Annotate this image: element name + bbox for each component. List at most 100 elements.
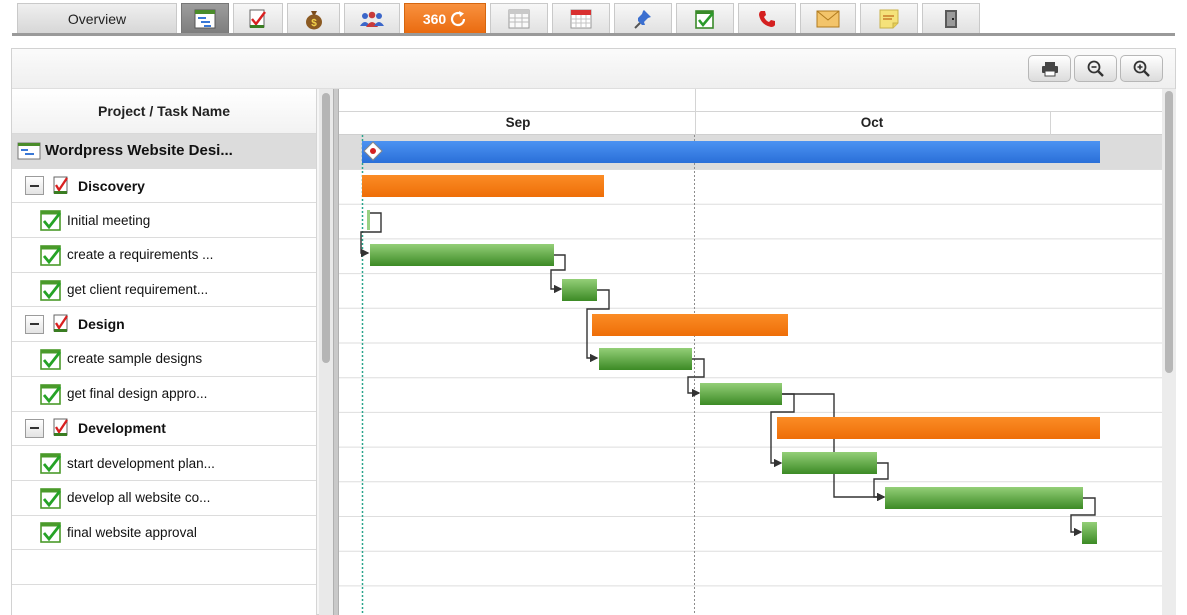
tab-team[interactable] <box>344 3 400 33</box>
project-bar[interactable] <box>362 141 1100 163</box>
task-row[interactable]: Initial meeting <box>12 203 316 239</box>
tab-reports[interactable] <box>490 3 548 33</box>
task-bar-website-content[interactable] <box>885 487 1083 509</box>
group-bar-discovery[interactable] <box>362 175 604 197</box>
tab-bar-divider <box>12 33 1175 36</box>
task-row[interactable]: create sample designs <box>12 342 316 377</box>
task-check-icon <box>40 210 62 232</box>
print-icon <box>1041 61 1058 76</box>
tab-notes[interactable] <box>860 3 918 33</box>
phone-icon <box>759 10 775 27</box>
month-label-sep: Sep <box>506 115 531 130</box>
task-bar-sample-designs[interactable] <box>599 348 692 370</box>
task-check-icon <box>40 349 62 370</box>
group-bar-design[interactable] <box>592 314 788 336</box>
collapse-button[interactable] <box>25 418 44 438</box>
top-tab-bar: Overview $ 360 <box>0 0 1187 40</box>
task-group-row[interactable]: Development <box>12 412 316 447</box>
task-group-row[interactable]: Design <box>12 307 316 343</box>
gantt-panel: Project / Task Name Wordpress Website De… <box>11 48 1176 615</box>
task-check-icon <box>40 453 62 474</box>
tab-budget[interactable]: $ <box>287 3 340 33</box>
tab-gantt[interactable] <box>181 3 229 33</box>
gantt-row-lines <box>339 135 1162 587</box>
task-bar-design-approval[interactable] <box>700 383 782 405</box>
print-button[interactable] <box>1028 55 1071 82</box>
project-icon <box>17 142 41 160</box>
task-label: get final design appro... <box>67 386 208 402</box>
task-row[interactable]: develop all website co... <box>12 481 316 516</box>
calendar-grid-icon <box>508 9 530 28</box>
task-row[interactable]: create a requirements ... <box>12 238 316 273</box>
tab-exit[interactable] <box>922 3 980 33</box>
team-icon <box>360 11 384 27</box>
collapse-button[interactable] <box>25 314 44 334</box>
zoom-in-icon <box>1133 60 1150 77</box>
zoom-in-button[interactable] <box>1120 55 1163 82</box>
zoom-out-button[interactable] <box>1074 55 1117 82</box>
task-group-icon <box>53 176 68 194</box>
mail-icon <box>816 10 840 27</box>
task-label: develop all website co... <box>67 490 211 506</box>
tab-calls[interactable] <box>738 3 796 33</box>
task-label: Initial meeting <box>67 212 151 228</box>
task-bar-final-approval[interactable] <box>1082 522 1097 544</box>
task-check-icon <box>40 279 62 301</box>
task-check-icon <box>40 245 62 266</box>
tab-360-label: 360 <box>422 10 447 27</box>
task-group-icon <box>53 418 68 437</box>
gantt-canvas: Sep Oct <box>339 89 1162 615</box>
task-group-label: Development <box>78 420 166 437</box>
task-label: start development plan... <box>67 455 215 471</box>
task-group-icon <box>53 314 68 333</box>
task-grid: Project / Task Name Wordpress Website De… <box>12 89 317 615</box>
project-name: Wordpress Website Desi... <box>45 142 233 160</box>
tab-pins[interactable] <box>614 3 672 33</box>
task-label: get client requirement... <box>67 282 209 298</box>
calendar-icon <box>570 9 592 28</box>
grid-scroll-thumb[interactable] <box>322 93 330 363</box>
tab-messages[interactable] <box>800 3 856 33</box>
budget-icon: $ <box>305 10 322 29</box>
group-bar-development[interactable] <box>777 417 1100 439</box>
task-group-row[interactable]: Discovery <box>12 169 316 204</box>
task-check-icon <box>40 487 62 509</box>
exit-icon <box>945 9 957 28</box>
gantt-scrollbar[interactable] <box>1162 89 1176 615</box>
360-icon <box>451 10 466 26</box>
note-icon <box>879 9 899 28</box>
task-row[interactable]: get client requirement... <box>12 273 316 308</box>
project-row[interactable]: Wordpress Website Desi... <box>12 134 316 169</box>
tab-checklist[interactable] <box>676 3 734 33</box>
tab-calendar[interactable] <box>552 3 610 33</box>
task-bar-requirements[interactable] <box>370 244 554 266</box>
gantt-icon <box>194 9 216 28</box>
tab-360[interactable]: 360 <box>404 3 486 33</box>
task-row[interactable]: start development plan... <box>12 446 316 481</box>
zoom-out-icon <box>1087 60 1104 77</box>
pin-icon <box>634 9 651 29</box>
task-bar-client-requirements[interactable] <box>562 279 597 301</box>
task-label: final website approval <box>67 524 197 540</box>
checklist-icon <box>695 9 714 29</box>
month-label-oct: Oct <box>861 115 884 130</box>
task-label: create a requirements ... <box>67 247 214 263</box>
tab-tasks[interactable] <box>233 3 283 33</box>
task-icon <box>249 9 266 28</box>
collapse-button[interactable] <box>25 176 44 196</box>
tab-overview[interactable]: Overview <box>17 3 177 33</box>
task-bar-initial-meeting[interactable] <box>367 210 370 230</box>
gantt-scroll-thumb[interactable] <box>1165 91 1173 373</box>
gantt-chart: Sep Oct <box>339 89 1162 615</box>
task-group-label: Discovery <box>78 177 145 194</box>
task-check-icon <box>40 522 62 544</box>
task-label: create sample designs <box>67 351 203 367</box>
task-row[interactable]: final website approval <box>12 516 316 551</box>
task-group-label: Design <box>78 316 125 333</box>
grid-header: Project / Task Name <box>12 89 316 134</box>
empty-row <box>12 550 316 585</box>
task-row[interactable]: get final design appro... <box>12 377 316 412</box>
gantt-toolbar <box>12 49 1175 89</box>
task-bar-development-plan[interactable] <box>782 452 877 474</box>
grid-scrollbar[interactable] <box>319 89 333 615</box>
